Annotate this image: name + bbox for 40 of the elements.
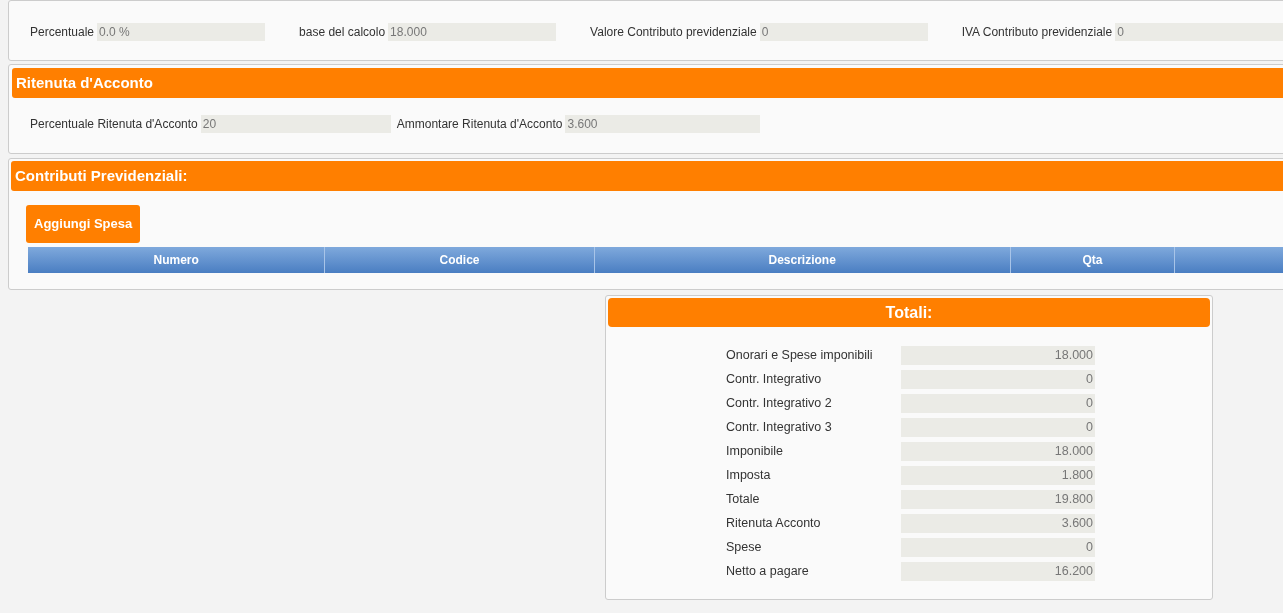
total-value: 0 xyxy=(901,370,1095,389)
field-label: Valore Contributo previdenziale xyxy=(590,23,757,41)
total-value: 19.800 xyxy=(901,490,1095,509)
total-value: 3.600 xyxy=(901,514,1095,533)
total-label: Totale xyxy=(726,491,761,509)
total-value: 18.000 xyxy=(901,346,1095,365)
section-header: Ritenuta d'Acconto xyxy=(12,68,1283,98)
total-label: Contr. Integrativo 3 xyxy=(726,419,833,437)
total-label: Netto a pagare xyxy=(726,563,810,581)
total-label: Imposta xyxy=(726,467,772,485)
total-label: Onorari e Spese imponibili xyxy=(726,347,874,365)
add-expense-button[interactable]: Aggiungi Spesa xyxy=(26,205,141,243)
column-header: Descrizione xyxy=(594,247,1011,273)
total-value: 0 xyxy=(901,418,1095,437)
section-header: Contributi Previdenziali: xyxy=(11,161,1283,191)
total-label: Contr. Integrativo xyxy=(726,371,823,389)
field-label: Ammontare Ritenuta d'Acconto xyxy=(396,116,563,133)
total-label: Contr. Integrativo 2 xyxy=(726,395,833,413)
input-field[interactable]: 18.000 xyxy=(388,22,557,41)
total-label: Spese xyxy=(726,539,763,557)
input-field[interactable]: 3.600 xyxy=(565,115,761,133)
column-header: Qta xyxy=(1010,247,1176,273)
total-label: Ritenuta Acconto xyxy=(726,515,822,533)
field-label: Percentuale xyxy=(30,23,95,41)
total-label: Imponibile xyxy=(726,443,784,461)
field-label: IVA Contributo previdenziale xyxy=(961,23,1113,41)
total-value: 0 xyxy=(901,394,1095,413)
total-value: 1.800 xyxy=(901,466,1095,485)
input-field[interactable]: 0.0 % xyxy=(97,22,266,41)
column-header: Codice xyxy=(325,247,595,273)
total-value: 18.000 xyxy=(901,442,1095,461)
total-value: 0 xyxy=(901,538,1095,557)
column-header: Numero xyxy=(28,247,326,273)
field-label: base del calcolo xyxy=(299,23,386,41)
field-label: Percentuale Ritenuta d'Acconto xyxy=(30,116,198,133)
total-value: 16.200 xyxy=(901,562,1095,581)
input-field[interactable]: 0 xyxy=(759,22,928,41)
section-header: Totali: xyxy=(608,298,1210,327)
input-field[interactable]: 0 xyxy=(1115,22,1283,41)
input-field[interactable]: 20 xyxy=(200,115,391,133)
